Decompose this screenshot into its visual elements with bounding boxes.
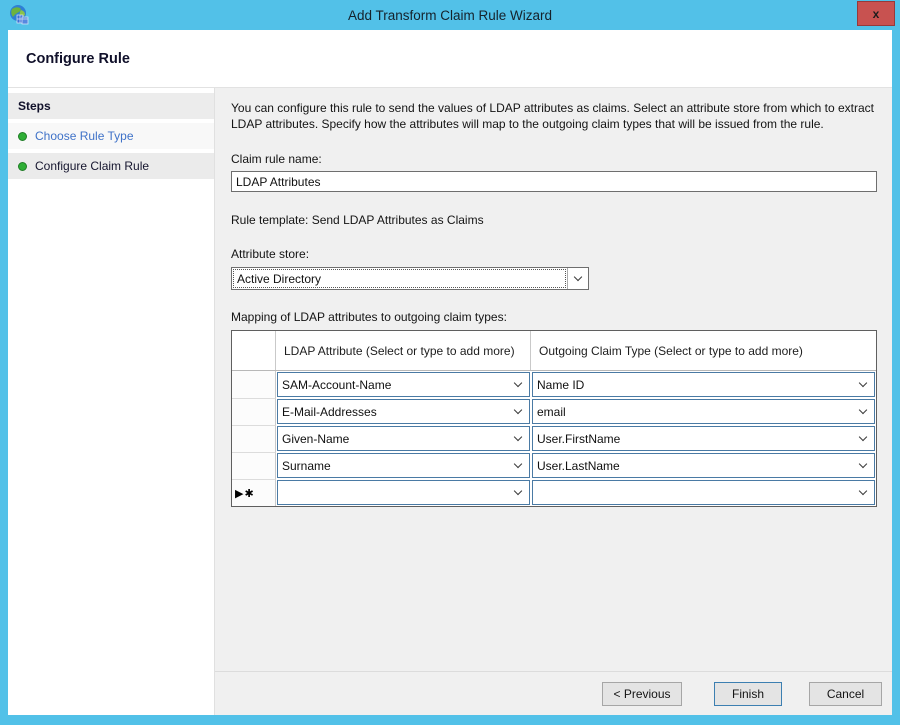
mapping-table: LDAP Attribute (Select or type to add mo…	[231, 330, 877, 507]
rule-description: You can configure this rule to send the …	[231, 100, 878, 132]
outgoing-claim-type-combobox[interactable]: email	[532, 399, 875, 424]
outgoing-claim-type-value: User.FirstName	[537, 432, 620, 446]
finish-button[interactable]: Finish	[714, 682, 782, 706]
cancel-button[interactable]: Cancel	[809, 682, 882, 706]
row-selector-cell[interactable]	[232, 452, 276, 479]
attribute-store-combobox[interactable]: Active Directory	[231, 267, 589, 290]
row-selector-cell[interactable]	[232, 371, 276, 398]
wizard-window: Add Transform Claim Rule Wizard x Config…	[0, 0, 900, 725]
chevron-down-icon	[859, 432, 867, 440]
previous-button[interactable]: < Previous	[602, 682, 682, 706]
chevron-down-icon	[514, 432, 522, 440]
step-label: Configure Claim Rule	[35, 159, 149, 173]
table-row: ▶✱	[232, 479, 876, 506]
step-complete-icon	[18, 132, 27, 141]
titlebar: Add Transform Claim Rule Wizard x	[0, 0, 900, 30]
chevron-down-icon	[567, 268, 588, 289]
row-selector-cell[interactable]: ▶✱	[232, 479, 276, 506]
page-title: Configure Rule	[26, 51, 130, 67]
outgoing-claim-type-combobox[interactable]: Name ID	[532, 372, 875, 397]
ldap-attribute-combobox[interactable]: Surname	[277, 453, 530, 478]
mapping-table-body: SAM-Account-Name Name ID E-Mail-Addresse…	[232, 371, 876, 506]
table-row: Given-Name User.FirstName	[232, 425, 876, 452]
steps-sidebar: Steps Choose Rule Type Configure Claim R…	[8, 88, 215, 715]
step-complete-icon	[18, 162, 27, 171]
outgoing-claim-type-column-header: Outgoing Claim Type (Select or type to a…	[531, 331, 876, 370]
outgoing-claim-type-combobox[interactable]: User.LastName	[532, 453, 875, 478]
ldap-attribute-combobox[interactable]: Given-Name	[277, 426, 530, 451]
footer-button-bar: < Previous Finish Cancel	[215, 671, 892, 715]
steps-header: Steps	[8, 93, 214, 119]
rule-template-text: Rule template: Send LDAP Attributes as C…	[231, 213, 878, 227]
claim-rule-name-label: Claim rule name:	[231, 152, 878, 166]
ldap-attribute-combobox[interactable]	[277, 480, 530, 505]
chevron-down-icon	[859, 459, 867, 467]
chevron-down-icon	[859, 486, 867, 494]
ldap-attribute-combobox[interactable]: SAM-Account-Name	[277, 372, 530, 397]
row-selector-cell[interactable]	[232, 425, 276, 452]
outgoing-claim-type-value: Name ID	[537, 378, 584, 392]
table-row: Surname User.LastName	[232, 452, 876, 479]
close-button[interactable]: x	[857, 1, 895, 26]
table-row: E-Mail-Addresses email	[232, 398, 876, 425]
outgoing-claim-type-combobox[interactable]: User.FirstName	[532, 426, 875, 451]
chevron-down-icon	[859, 378, 867, 386]
chevron-down-icon	[514, 405, 522, 413]
ldap-attribute-value: E-Mail-Addresses	[282, 405, 377, 419]
ldap-attribute-value: SAM-Account-Name	[282, 378, 391, 392]
attribute-store-value: Active Directory	[234, 270, 565, 287]
attribute-store-label: Attribute store:	[231, 247, 878, 261]
chevron-down-icon	[514, 459, 522, 467]
chevron-down-icon	[514, 378, 522, 386]
claim-rule-name-input[interactable]	[231, 171, 877, 192]
chevron-down-icon	[514, 486, 522, 494]
row-selector-cell[interactable]	[232, 398, 276, 425]
ldap-attribute-value: Given-Name	[282, 432, 349, 446]
dialog-body: Configure Rule Steps Choose Rule Type Co…	[8, 30, 892, 715]
content-pane: You can configure this rule to send the …	[215, 88, 892, 715]
ldap-attribute-combobox[interactable]: E-Mail-Addresses	[277, 399, 530, 424]
step-label: Choose Rule Type	[35, 129, 134, 143]
outgoing-claim-type-value: email	[537, 405, 566, 419]
ldap-attribute-value: Surname	[282, 459, 331, 473]
outgoing-claim-type-value: User.LastName	[537, 459, 620, 473]
window-title: Add Transform Claim Rule Wizard	[0, 8, 900, 23]
mapping-table-header: LDAP Attribute (Select or type to add mo…	[232, 331, 876, 371]
sidebar-item-configure-claim-rule[interactable]: Configure Claim Rule	[8, 153, 214, 179]
ldap-attribute-column-header: LDAP Attribute (Select or type to add mo…	[276, 331, 531, 370]
page-header: Configure Rule	[8, 30, 892, 88]
chevron-down-icon	[859, 405, 867, 413]
table-row: SAM-Account-Name Name ID	[232, 371, 876, 398]
outgoing-claim-type-combobox[interactable]	[532, 480, 875, 505]
sidebar-item-choose-rule-type[interactable]: Choose Rule Type	[8, 123, 214, 149]
mapping-label: Mapping of LDAP attributes to outgoing c…	[231, 310, 878, 324]
row-selector-header-cell	[232, 331, 276, 370]
